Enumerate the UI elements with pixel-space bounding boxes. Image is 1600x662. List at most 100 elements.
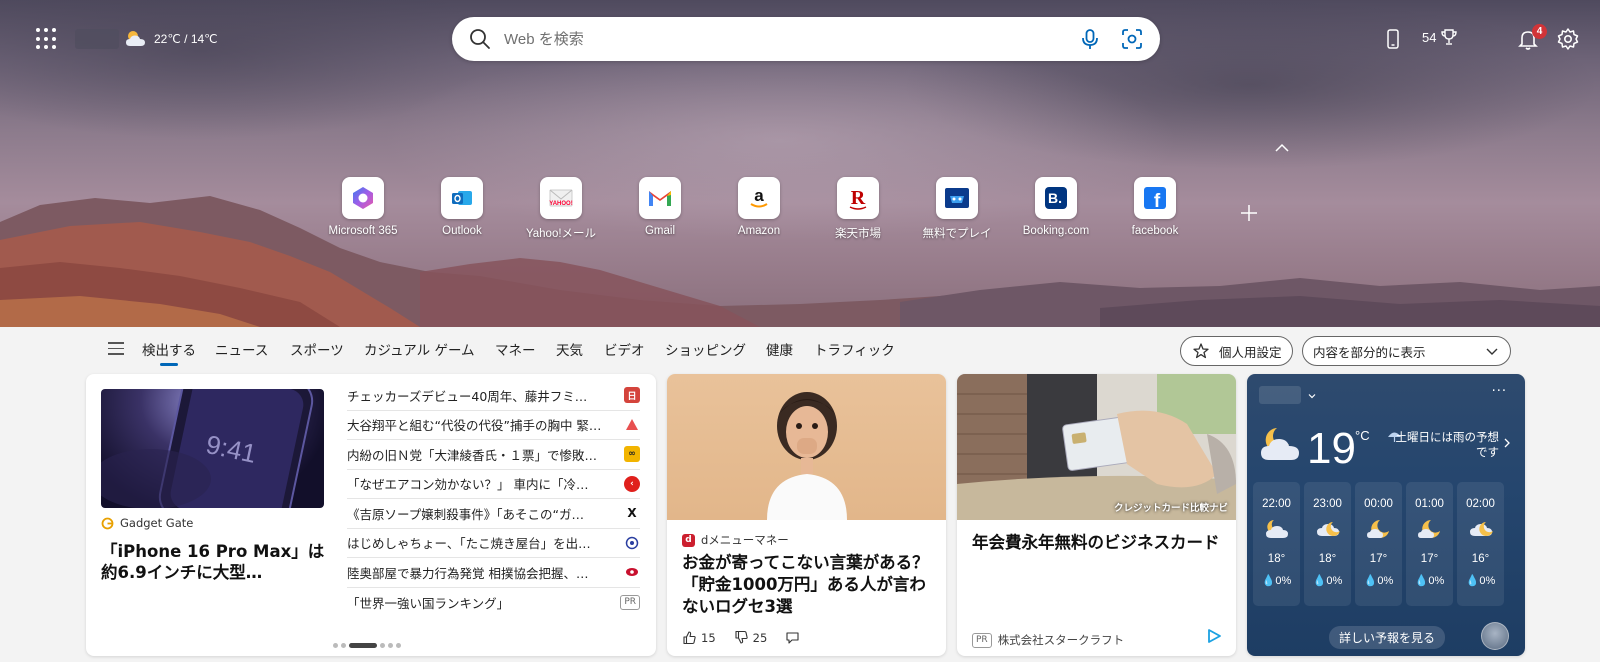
add-quicklink-icon[interactable] <box>1236 200 1262 226</box>
tab-video[interactable]: ビデオ <box>604 339 645 359</box>
weather-card[interactable]: ··· 19 °C 土曜日には雨の予想です 22:00 18° 💧0% 23:0… <box>1247 374 1525 656</box>
chevron-down-icon[interactable] <box>1307 391 1317 401</box>
apps-launcher-icon[interactable] <box>36 28 58 50</box>
moon-cloud-icon <box>1366 520 1389 538</box>
chevron-right-icon[interactable] <box>1502 437 1512 449</box>
svg-text:YAHOO!: YAHOO! <box>549 201 572 207</box>
amazon-icon: a <box>750 186 768 208</box>
tab-casual-games[interactable]: カジュアル ゲーム <box>364 339 475 359</box>
quicklink-label: Booking.com <box>1022 225 1090 237</box>
carousel-pager[interactable] <box>333 643 401 648</box>
quicklink-amazon[interactable]: a Amazon <box>709 177 809 237</box>
tab-weather[interactable]: 天気 <box>556 339 583 359</box>
tab-traffic[interactable]: トラフィック <box>814 339 895 359</box>
top-stories-card: 9:41 Gadget Gate 「iPhone 16 Pro Max」は約6.… <box>86 374 656 656</box>
collapse-chevron-icon[interactable] <box>1272 138 1292 158</box>
search-input[interactable] <box>504 30 1078 48</box>
publisher-logo-icon <box>624 534 640 551</box>
list-item[interactable]: 「なぜエアコン効かない？」 車内に「冷… ‹ <box>347 470 640 499</box>
weather-mini[interactable]: 22℃ / 14℃ <box>124 26 218 52</box>
hourly-forecast-item[interactable]: 02:00 16° 💧0% <box>1457 482 1504 606</box>
quicklink-microsoft365[interactable]: Microsoft 365 <box>313 177 413 237</box>
tab-discover[interactable]: 検出する <box>142 339 196 366</box>
settings-gear-icon[interactable] <box>1556 27 1580 51</box>
trophy-icon <box>1441 29 1458 45</box>
list-item[interactable]: はじめしゃちょー、「たこ焼き屋台」を出… <box>347 529 640 558</box>
microphone-icon[interactable] <box>1078 27 1102 51</box>
list-item[interactable]: 内紛の旧Ｎ党「大津綾香氏・１票」で惨敗… ∞ <box>347 440 640 470</box>
facebook-icon: f <box>1144 187 1166 211</box>
tab-news[interactable]: ニュース <box>215 339 268 359</box>
weather-assistant-avatar[interactable] <box>1481 622 1509 650</box>
hourly-forecast-item[interactable]: 23:00 18° 💧0% <box>1304 482 1351 606</box>
list-item[interactable]: 大谷翔平と組む“代役の代役”捕手の胸中 緊… <box>347 411 640 440</box>
weather-location[interactable] <box>1259 386 1301 404</box>
tab-shopping[interactable]: ショッピング <box>665 339 746 359</box>
article-headline[interactable]: 「iPhone 16 Pro Max」は約6.9インチに大型… <box>101 541 333 583</box>
svg-text:B.: B. <box>1048 190 1062 206</box>
search-bar[interactable] <box>452 17 1160 61</box>
quicklink-rakuten[interactable]: R 楽天市場 <box>808 177 908 241</box>
tab-money[interactable]: マネー <box>495 339 536 359</box>
article-headline[interactable]: お金が寄ってこない言葉がある？「貯金1000万円」ある人が言わないログセ3選 <box>682 552 934 618</box>
personalize-button[interactable]: 個人用設定 <box>1180 336 1293 366</box>
partly-cloudy-moon-icon <box>1316 522 1340 536</box>
yahoo-mail-icon: YAHOO! <box>549 189 573 207</box>
quicklink-outlook[interactable]: Outlook <box>412 177 512 237</box>
tab-health[interactable]: 健康 <box>766 339 793 359</box>
sponsor-name: 株式会社スタークラフト <box>997 633 1125 647</box>
moon-cloud-icon <box>1417 520 1440 538</box>
publisher-logo-icon: ∞ <box>624 446 640 463</box>
rewards-points[interactable]: 54 <box>1422 28 1458 46</box>
detailed-forecast-button[interactable]: 詳しい予報を見る <box>1329 626 1446 649</box>
gadget-gate-logo-icon <box>101 517 114 529</box>
surprised-woman-image <box>667 374 946 520</box>
quicklink-yahoo-mail[interactable]: YAHOO! Yahoo!メール <box>511 177 611 241</box>
quicklink-label: facebook <box>1131 225 1179 237</box>
article-card-money[interactable]: d dメニューマネー お金が寄ってこない言葉がある？「貯金1000万円」ある人が… <box>667 374 946 656</box>
tab-sports[interactable]: スポーツ <box>290 339 344 359</box>
quicklink-facebook[interactable]: f facebook <box>1105 177 1205 237</box>
personalize-star-icon <box>1193 343 1209 359</box>
thumbs-up-icon[interactable] <box>682 630 697 645</box>
comment-icon[interactable] <box>785 630 800 645</box>
ad-choices-icon[interactable] <box>1206 628 1222 644</box>
hourly-forecast-item[interactable]: 22:00 18° 💧0% <box>1253 482 1300 606</box>
hourly-forecast-item[interactable]: 00:00 17° 💧0% <box>1355 482 1402 606</box>
image-caption: クレジットカード比較ナビ <box>1113 503 1228 514</box>
list-item[interactable]: 陸奥部屋で暴力行為発覚 相撲協会把握、… <box>347 558 640 588</box>
location-label[interactable] <box>75 29 119 49</box>
search-icon <box>470 29 490 49</box>
sponsored-card[interactable]: クレジットカード比較ナビ 年会費永年無料のビジネスカード PR 株式会社スターク… <box>957 374 1236 656</box>
thumbs-down-icon[interactable] <box>734 630 749 645</box>
visual-search-icon[interactable] <box>1120 27 1144 51</box>
feed-navigation: 検出する ニュース スポーツ カジュアル ゲーム マネー 天気 ビデオ ショッピ… <box>0 327 1600 371</box>
dislike-count: 25 <box>752 630 768 645</box>
ad-sponsor: PR 株式会社スタークラフト <box>972 632 1124 648</box>
content-visibility-dropdown[interactable]: 内容を部分的に表示 <box>1302 336 1511 366</box>
partly-cloudy-night-icon <box>1261 428 1299 460</box>
headline-list: チェッカーズデビュー40周年、藤井フミ… 日 大谷翔平と組む“代役の代役”捕手の… <box>347 381 640 617</box>
quicklink-booking[interactable]: B. Booking.com <box>1006 177 1106 237</box>
publisher-logo-icon <box>624 416 640 433</box>
outlook-icon <box>452 191 472 205</box>
iphone-image: 9:41 <box>101 389 314 508</box>
list-item[interactable]: チェッカーズデビュー40周年、藤井フミ… 日 <box>347 381 640 411</box>
iphone-article-image[interactable]: 9:41 <box>101 389 324 508</box>
quicklink-gmail[interactable]: Gmail <box>610 177 710 237</box>
rakuten-icon: R <box>849 187 867 210</box>
quicklink-label: 楽天市場 <box>835 228 881 240</box>
list-item[interactable]: 《吉原ソープ嬢刺殺事件》「あそこの“ガ… X <box>347 499 640 529</box>
phone-icon[interactable] <box>1382 28 1404 50</box>
partly-cloudy-icon <box>126 31 145 46</box>
more-options-icon[interactable]: ··· <box>1492 384 1507 399</box>
quicklink-free-games[interactable]: 無料でプレイ <box>907 177 1007 241</box>
quicklink-label: Yahoo!メール <box>525 228 597 240</box>
list-item[interactable]: 「世界一強い国ランキング」 PR <box>347 588 640 618</box>
menu-icon[interactable] <box>108 342 124 356</box>
hourly-forecast-item[interactable]: 01:00 17° 💧0% <box>1406 482 1453 606</box>
personalize-label: 個人用設定 <box>1219 344 1282 360</box>
current-temperature: 19 <box>1307 424 1356 473</box>
ad-headline[interactable]: 年会費永年無料のビジネスカード <box>972 532 1224 554</box>
article-source: Gadget Gate <box>101 516 193 530</box>
